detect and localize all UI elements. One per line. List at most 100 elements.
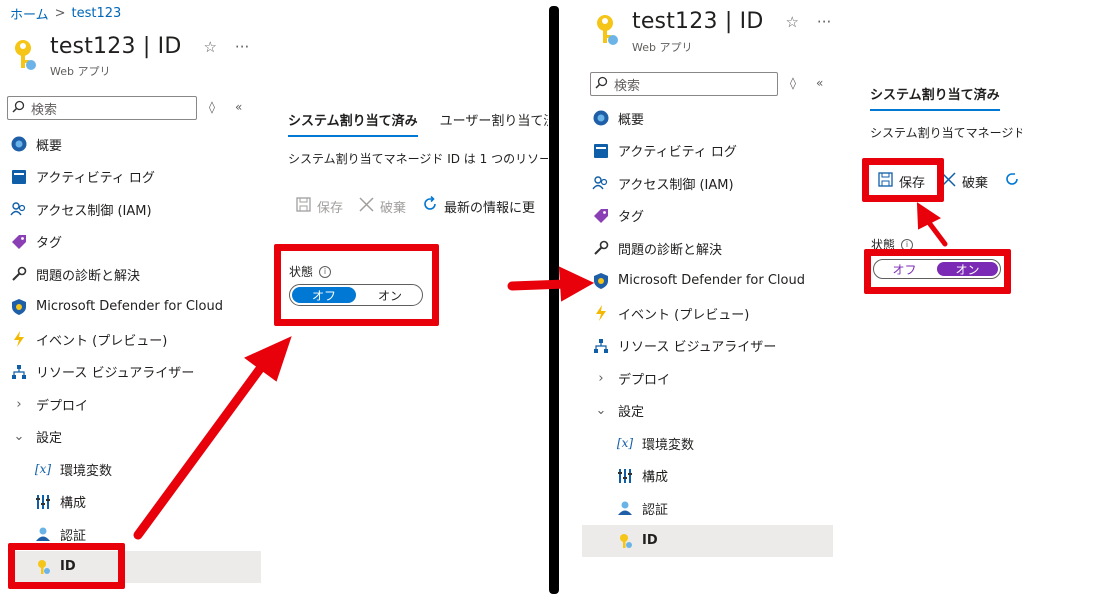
annotation-box-status-toggle-off	[274, 244, 439, 326]
nav-item-events[interactable]: イベント (プレビュー)	[10, 323, 261, 356]
nav-item-activity-log[interactable]: アクティビティ ログ	[592, 135, 843, 168]
wrench-icon	[10, 265, 28, 283]
user-auth-icon	[34, 525, 52, 543]
wrench-icon	[592, 239, 610, 257]
annotation-box-identity-nav	[8, 543, 125, 589]
nav-item-settings[interactable]: ⌄ 設定	[10, 421, 261, 454]
refresh-button[interactable]	[1004, 171, 1020, 191]
nav-label: デプロイ	[618, 372, 671, 388]
hierarchy-icon	[10, 363, 28, 381]
nav-label: 問題の診断と解決	[618, 242, 723, 258]
tab-system-assigned[interactable]: システム割り当て済み	[288, 110, 418, 137]
close-icon	[359, 196, 374, 216]
page-subtitle: Web アプリ	[50, 65, 111, 78]
refresh-label: 最新の情報に更	[444, 200, 536, 216]
nav-item-overview[interactable]: 概要	[10, 128, 261, 161]
nav-item-events[interactable]: イベント (プレビュー)	[592, 297, 843, 330]
breadcrumb: ホーム > test123	[10, 4, 121, 23]
nav-item-config[interactable]: 構成	[10, 486, 261, 519]
nav-item-activity-log[interactable]: アクティビティ ログ	[10, 161, 261, 194]
nav-item-defender[interactable]: Microsoft Defender for Cloud	[592, 265, 843, 298]
tag-icon	[10, 233, 28, 251]
nav-label: アクセス制御 (IAM)	[36, 203, 152, 219]
lightning-icon	[10, 330, 28, 348]
annotation-box-save-button	[862, 158, 944, 202]
refresh-button[interactable]: 最新の情報に更	[422, 195, 536, 216]
nav-item-env-vars[interactable]: [x] 環境変数	[592, 427, 843, 460]
nav-item-tags[interactable]: タグ	[592, 200, 843, 233]
page-subtitle: Web アプリ	[632, 41, 693, 54]
expand-collapse-icon[interactable]: ◊	[209, 100, 215, 114]
nav-label: リソース ビジュアライザー	[36, 366, 195, 382]
more-options-icon[interactable]: ···	[235, 38, 249, 56]
search-box[interactable]: 検索	[7, 96, 197, 120]
activity-log-icon	[592, 142, 610, 160]
save-button[interactable]: 保存	[296, 196, 343, 216]
nav-label: イベント (プレビュー)	[36, 333, 168, 349]
nav-label: 設定	[618, 405, 645, 421]
discard-button[interactable]: 破棄	[941, 171, 989, 191]
left-nav-menu: 概要 アクティビティ ログ アクセス制御 (IAM) タグ 問題の診断と解決 M…	[10, 128, 261, 583]
tag-icon	[592, 207, 610, 225]
nav-item-auth[interactable]: 認証	[592, 492, 843, 525]
shield-icon	[10, 298, 28, 316]
search-icon	[12, 100, 25, 117]
favorite-star-icon[interactable]: ☆	[203, 38, 216, 56]
nav-item-deploy[interactable]: › デプロイ	[592, 362, 843, 395]
expand-collapse-icon[interactable]: ◊	[790, 76, 796, 90]
nav-item-config[interactable]: 構成	[592, 460, 843, 493]
collapse-menu-icon[interactable]: «	[816, 76, 823, 90]
nav-item-settings[interactable]: ⌄ 設定	[592, 395, 843, 428]
nav-label: Microsoft Defender for Cloud	[618, 273, 805, 289]
breadcrumb-current-link[interactable]: test123	[72, 6, 122, 21]
nav-item-diagnose[interactable]: 問題の診断と解決	[10, 258, 261, 291]
variable-icon: [x]	[34, 462, 52, 477]
identity-tabs: システム割り当て済み ユーザー割り当て済	[288, 110, 548, 137]
nav-item-identity[interactable]: ID	[582, 524, 833, 557]
refresh-icon	[422, 195, 438, 216]
nav-label: 構成	[60, 496, 87, 512]
nav-item-overview[interactable]: 概要	[592, 102, 843, 135]
nav-item-defender[interactable]: Microsoft Defender for Cloud	[10, 291, 261, 324]
shield-icon	[592, 272, 610, 290]
right-screenshot-panel: test123 | ID ☆ ··· Web アプリ 検索 ◊ « 概要 アクテ…	[562, 0, 1098, 597]
globe-icon	[592, 109, 610, 127]
tab-user-assigned[interactable]: ユーザー割り当て済	[440, 110, 548, 137]
nav-item-tags[interactable]: タグ	[10, 226, 261, 259]
refresh-icon	[1004, 171, 1020, 191]
search-icon	[595, 76, 608, 93]
discard-button[interactable]: 破棄	[359, 196, 406, 216]
search-box[interactable]: 検索	[590, 72, 778, 96]
user-auth-icon	[616, 499, 634, 517]
nav-label: 設定	[36, 431, 63, 447]
nav-item-access-control[interactable]: アクセス制御 (IAM)	[592, 167, 843, 200]
description-text: システム割り当てマネージド ID	[870, 126, 1022, 140]
discard-label: 破棄	[962, 175, 989, 191]
nav-label: アクティビティ ログ	[618, 145, 737, 161]
nav-item-deploy[interactable]: › デプロイ	[10, 388, 261, 421]
nav-label: 認証	[60, 528, 87, 544]
collapse-menu-icon[interactable]: «	[235, 100, 242, 114]
globe-icon	[10, 135, 28, 153]
breadcrumb-home-link[interactable]: ホーム	[10, 4, 49, 23]
nav-label: アクティビティ ログ	[36, 171, 155, 187]
right-nav-menu: 概要 アクティビティ ログ アクセス制御 (IAM) タグ 問題の診断と解決 M…	[582, 102, 843, 557]
nav-label: 問題の診断と解決	[36, 268, 141, 284]
nav-item-resource-visualizer[interactable]: リソース ビジュアライザー	[592, 330, 843, 363]
nav-item-env-vars[interactable]: [x] 環境変数	[10, 453, 261, 486]
nav-item-resource-visualizer[interactable]: リソース ビジュアライザー	[10, 356, 261, 389]
tab-system-assigned[interactable]: システム割り当て済み	[870, 84, 1000, 111]
nav-label: デプロイ	[36, 398, 89, 414]
breadcrumb-separator: >	[54, 6, 66, 21]
nav-label: タグ	[618, 210, 645, 226]
favorite-star-icon[interactable]: ☆	[785, 13, 798, 31]
identity-key-icon	[594, 13, 620, 51]
more-options-icon[interactable]: ···	[817, 13, 831, 31]
nav-item-access-control[interactable]: アクセス制御 (IAM)	[10, 193, 261, 226]
nav-label: 概要	[36, 138, 63, 154]
people-icon	[10, 200, 28, 218]
config-bars-icon	[616, 467, 634, 485]
nav-item-diagnose[interactable]: 問題の診断と解決	[592, 232, 843, 265]
save-icon	[296, 196, 311, 216]
config-bars-icon	[34, 493, 52, 511]
